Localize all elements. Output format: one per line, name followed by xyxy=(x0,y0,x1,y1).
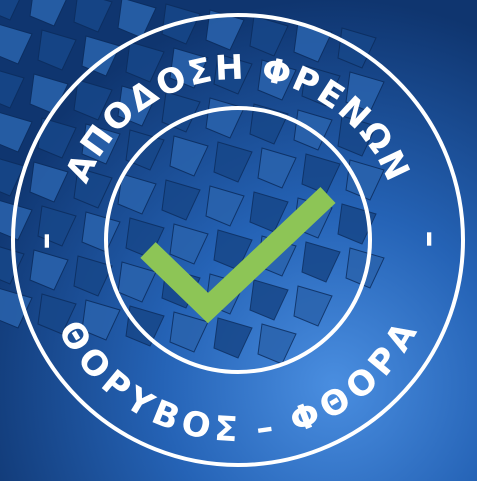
right-separator: – xyxy=(411,231,451,250)
left-separator: – xyxy=(25,231,65,250)
brake-performance-badge-image: ΑΠΟΔΟΣΗ ΦΡΕΝΩΝ ΘΟΡΥΒΟΣ – ΦΘΟΡΑ – – xyxy=(0,0,477,481)
badge-svg: ΑΠΟΔΟΣΗ ΦΡΕΝΩΝ ΘΟΡΥΒΟΣ – ΦΘΟΡΑ – – xyxy=(0,0,477,481)
